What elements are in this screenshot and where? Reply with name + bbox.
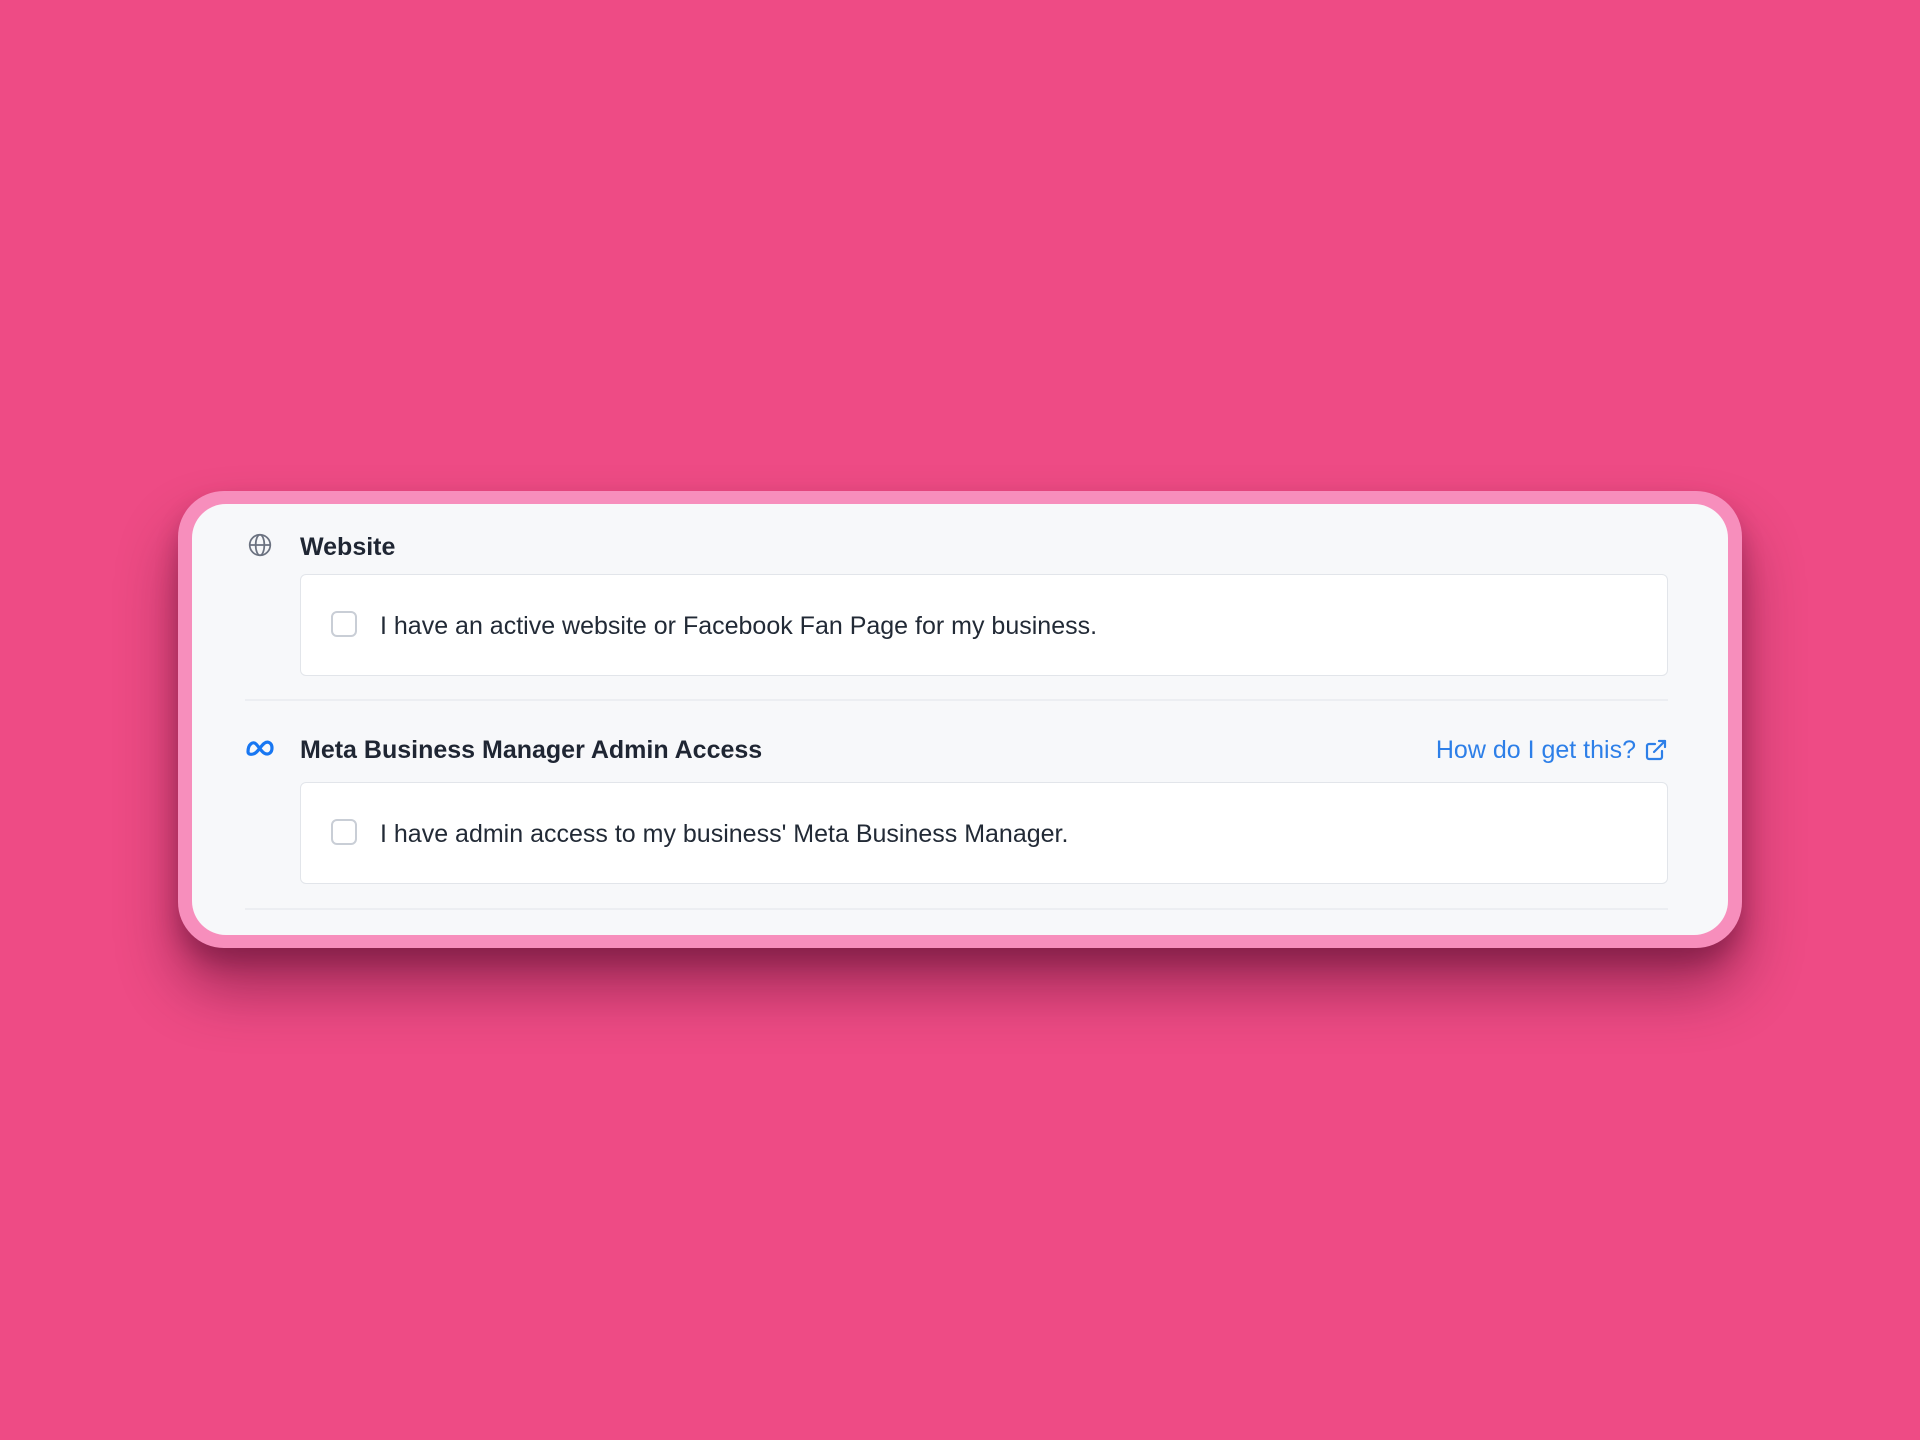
meta-section-header: Meta Business Manager Admin Access How d… bbox=[192, 712, 1728, 782]
meta-logo-icon bbox=[245, 733, 275, 763]
globe-icon bbox=[245, 530, 275, 560]
external-link-icon bbox=[1644, 738, 1668, 762]
website-option[interactable]: I have an active website or Facebook Fan… bbox=[300, 574, 1668, 676]
meta-checkbox[interactable] bbox=[331, 819, 357, 845]
meta-title: Meta Business Manager Admin Access bbox=[300, 736, 763, 764]
help-link-label: How do I get this? bbox=[1435, 736, 1636, 764]
website-section-header: Website bbox=[192, 504, 1728, 574]
how-do-i-get-this-link[interactable]: How do I get this? bbox=[1436, 735, 1668, 765]
section-divider bbox=[245, 908, 1668, 910]
website-title: Website bbox=[300, 533, 396, 561]
card-frame: Website I have an active website or Face… bbox=[178, 491, 1742, 948]
meta-option[interactable]: I have admin access to my business' Meta… bbox=[300, 782, 1668, 884]
website-checkbox[interactable] bbox=[331, 611, 357, 637]
requirements-panel: Website I have an active website or Face… bbox=[192, 504, 1728, 935]
website-option-label: I have an active website or Facebook Fan… bbox=[380, 612, 1098, 640]
section-divider bbox=[245, 699, 1668, 701]
meta-option-label: I have admin access to my business' Meta… bbox=[380, 820, 1069, 848]
